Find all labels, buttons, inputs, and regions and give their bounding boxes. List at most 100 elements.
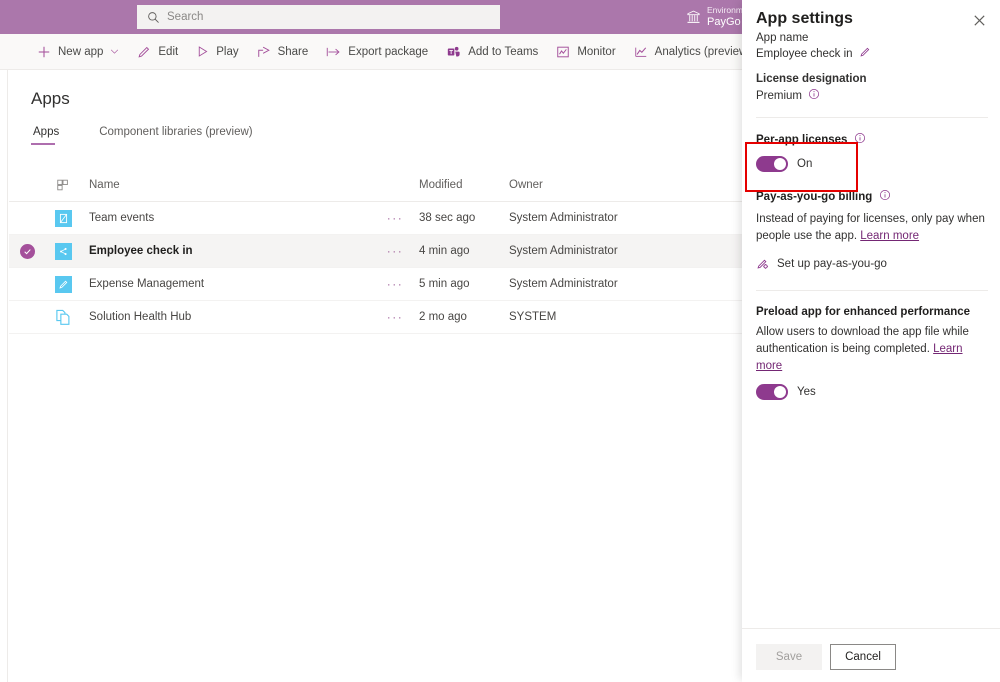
pay-as-you-go-learn-more-link[interactable]: Learn more [860,230,919,242]
teams-icon [446,45,461,59]
play-icon [196,45,209,58]
share-button[interactable]: Share [248,34,318,70]
toggle-knob [774,386,786,398]
per-app-licenses-label-row: Per-app licenses [756,132,988,147]
table-row[interactable]: Solution Health Hub ··· 2 mo ago SYSTEM [9,301,742,334]
share-label: Share [278,46,309,58]
app-name-value: Employee check in [756,48,853,60]
row-owner: System Administrator [499,245,742,257]
per-app-licenses-toggle[interactable]: On [756,156,988,172]
preload-description-block: Allow users to download the app file whi… [756,324,988,374]
tab-apps-label: Apps [33,126,59,138]
toggle-knob [774,158,786,170]
pencil-icon[interactable] [859,46,871,61]
pay-as-you-go-label: Pay-as-you-go billing [756,191,872,203]
row-more-options[interactable]: ··· [377,244,413,258]
info-icon[interactable] [879,189,891,204]
row-more-options[interactable]: ··· [377,211,413,225]
pencil-gear-icon [756,257,769,270]
pay-as-you-go-description-block: Instead of paying for licenses, only pay… [756,211,988,244]
canvas-app-icon [45,210,81,227]
search-input[interactable]: Search [137,5,500,29]
canvas-app-icon [45,276,81,293]
app-settings-panel: App settings App name Employee check in … [742,0,1000,682]
divider [756,117,988,118]
row-modified: 2 mo ago [413,311,499,323]
preload-toggle-state: Yes [797,386,816,398]
license-designation-value: Premium [756,90,802,102]
export-package-button[interactable]: Export package [317,34,437,70]
share-icon [257,45,271,59]
pay-as-you-go-label-row: Pay-as-you-go billing [756,189,988,204]
plus-icon [37,45,51,59]
panel-footer: Save Cancel [742,628,1000,682]
edit-button[interactable]: Edit [128,34,187,70]
row-more-options[interactable]: ··· [377,277,413,291]
add-to-teams-label: Add to Teams [468,46,538,58]
table-row[interactable]: Team events ··· 38 sec ago System Admini… [9,202,742,235]
add-to-teams-button[interactable]: Add to Teams [437,34,547,70]
model-app-icon [45,309,81,326]
license-designation-value-row: Premium [756,88,988,103]
left-nav-rail [0,70,8,682]
new-app-label: New app [58,46,103,58]
column-header-name[interactable]: Name [81,179,377,191]
new-app-button[interactable]: New app [28,34,128,70]
pencil-icon [137,45,151,59]
setup-pay-as-you-go-link[interactable]: Set up pay-as-you-go [756,257,988,270]
preload-label: Preload app for enhanced performance [756,306,970,318]
tab-component-libraries[interactable]: Component libraries (preview) [97,126,254,145]
analytics-icon [634,45,648,59]
per-app-licenses-label: Per-app licenses [756,134,847,146]
row-name[interactable]: Employee check in [81,245,377,257]
row-more-options[interactable]: ··· [377,310,413,324]
license-designation-label: License designation [756,73,988,85]
view-grid-icon[interactable] [45,178,81,192]
close-icon[interactable] [972,13,988,29]
analytics-button[interactable]: Analytics (preview) [625,34,761,70]
row-name[interactable]: Solution Health Hub [81,311,377,323]
search-placeholder: Search [167,11,203,23]
monitor-label: Monitor [577,46,615,58]
tab-apps[interactable]: Apps [31,126,61,145]
preload-label-row: Preload app for enhanced performance [756,306,988,318]
app-name-value-row: Employee check in [756,46,988,61]
row-owner: SYSTEM [499,311,742,323]
export-icon [326,45,341,59]
app-name-label: App name [756,32,988,44]
row-modified: 4 min ago [413,245,499,257]
canvas-app-icon [45,243,81,260]
per-app-licenses-toggle-state: On [797,158,812,170]
row-owner: System Administrator [499,278,742,290]
info-icon[interactable] [854,132,866,147]
preload-toggle[interactable]: Yes [756,384,988,400]
save-button[interactable]: Save [756,644,822,670]
panel-title: App settings [756,10,853,28]
row-name[interactable]: Expense Management [81,278,377,290]
setup-pay-as-you-go-label: Set up pay-as-you-go [777,258,887,270]
play-button[interactable]: Play [187,34,247,70]
monitor-icon [556,45,570,59]
cancel-button[interactable]: Cancel [830,644,896,670]
column-header-owner[interactable]: Owner [499,179,742,191]
monitor-button[interactable]: Monitor [547,34,624,70]
row-modified: 5 min ago [413,278,499,290]
table-row[interactable]: Employee check in ··· 4 min ago System A… [9,235,742,268]
tab-component-libraries-label: Component libraries (preview) [99,126,252,138]
chevron-down-icon [110,47,119,56]
toggle-track[interactable] [756,384,788,400]
edit-label: Edit [158,46,178,58]
checkmark-icon [20,244,35,259]
row-name[interactable]: Team events [81,212,377,224]
toggle-track[interactable] [756,156,788,172]
row-select-checkbox[interactable] [9,244,45,259]
search-icon [147,11,160,24]
column-header-modified[interactable]: Modified [413,179,499,191]
analytics-label: Analytics (preview) [655,46,752,58]
play-label: Play [216,46,238,58]
table-row[interactable]: Expense Management ··· 5 min ago System … [9,268,742,301]
row-owner: System Administrator [499,212,742,224]
environment-icon [686,10,701,25]
info-icon[interactable] [808,88,820,103]
export-package-label: Export package [348,46,428,58]
